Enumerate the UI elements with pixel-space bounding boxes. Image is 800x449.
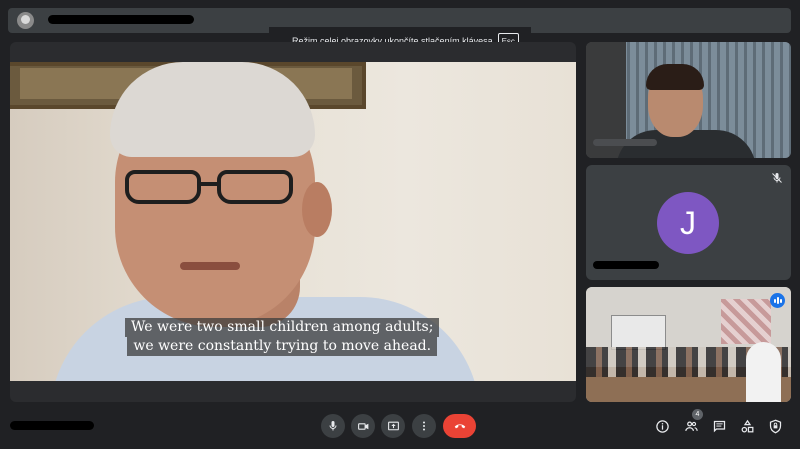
activities-button[interactable] xyxy=(737,416,757,436)
end-call-icon xyxy=(454,424,465,429)
classroom-posters xyxy=(721,299,771,344)
more-options-button[interactable] xyxy=(412,414,436,438)
activities-icon xyxy=(741,419,753,432)
participant-name-redacted xyxy=(593,139,657,146)
participant-tile-classroom[interactable] xyxy=(586,287,791,402)
main-video-tile[interactable]: We were two small children among adults;… xyxy=(10,42,576,402)
participant-name-redacted xyxy=(593,261,659,269)
info-icon xyxy=(655,419,669,433)
participant-tile-camera[interactable] xyxy=(586,42,791,158)
camera-icon xyxy=(357,422,368,430)
speaker-mouth xyxy=(180,262,240,270)
speaker-glasses xyxy=(125,170,295,210)
camera-button[interactable] xyxy=(351,414,375,438)
meeting-info-button[interactable] xyxy=(652,416,672,436)
meet-window: Režim celej obrazovky ukončíte stlačením… xyxy=(0,0,800,449)
presenter-name-redacted xyxy=(48,15,194,24)
classroom-board xyxy=(611,315,666,350)
video-subtitle: We were two small children among adults;… xyxy=(125,318,440,356)
subtitle-line-2: we were constantly trying to move ahead. xyxy=(127,337,438,356)
host-controls-button[interactable] xyxy=(765,416,785,436)
speaker-hair xyxy=(110,62,315,157)
meeting-details-redacted xyxy=(10,421,94,430)
people-icon xyxy=(684,421,698,431)
mic-button[interactable] xyxy=(321,414,345,438)
speaker-ear xyxy=(302,182,332,237)
mic-off-icon xyxy=(772,173,782,183)
participant-tile-avatar[interactable]: J xyxy=(586,165,791,280)
subtitle-line-1: We were two small children among adults; xyxy=(125,318,440,337)
chat-icon xyxy=(713,420,725,432)
more-options-icon xyxy=(423,421,425,431)
end-call-button[interactable] xyxy=(443,414,476,438)
people-count-badge: 4 xyxy=(692,409,703,420)
present-screen-icon xyxy=(387,421,399,430)
host-controls-icon xyxy=(769,419,781,433)
speaking-indicator-icon xyxy=(770,293,785,308)
participant-hair xyxy=(646,64,704,90)
main-video: We were two small children among adults;… xyxy=(10,62,576,381)
classroom-student-front xyxy=(746,342,781,402)
mic-icon xyxy=(329,421,337,431)
chat-button[interactable] xyxy=(709,416,729,436)
present-screen-button[interactable] xyxy=(381,414,405,438)
participant-avatar: J xyxy=(657,192,719,254)
presenter-avatar xyxy=(17,12,34,29)
